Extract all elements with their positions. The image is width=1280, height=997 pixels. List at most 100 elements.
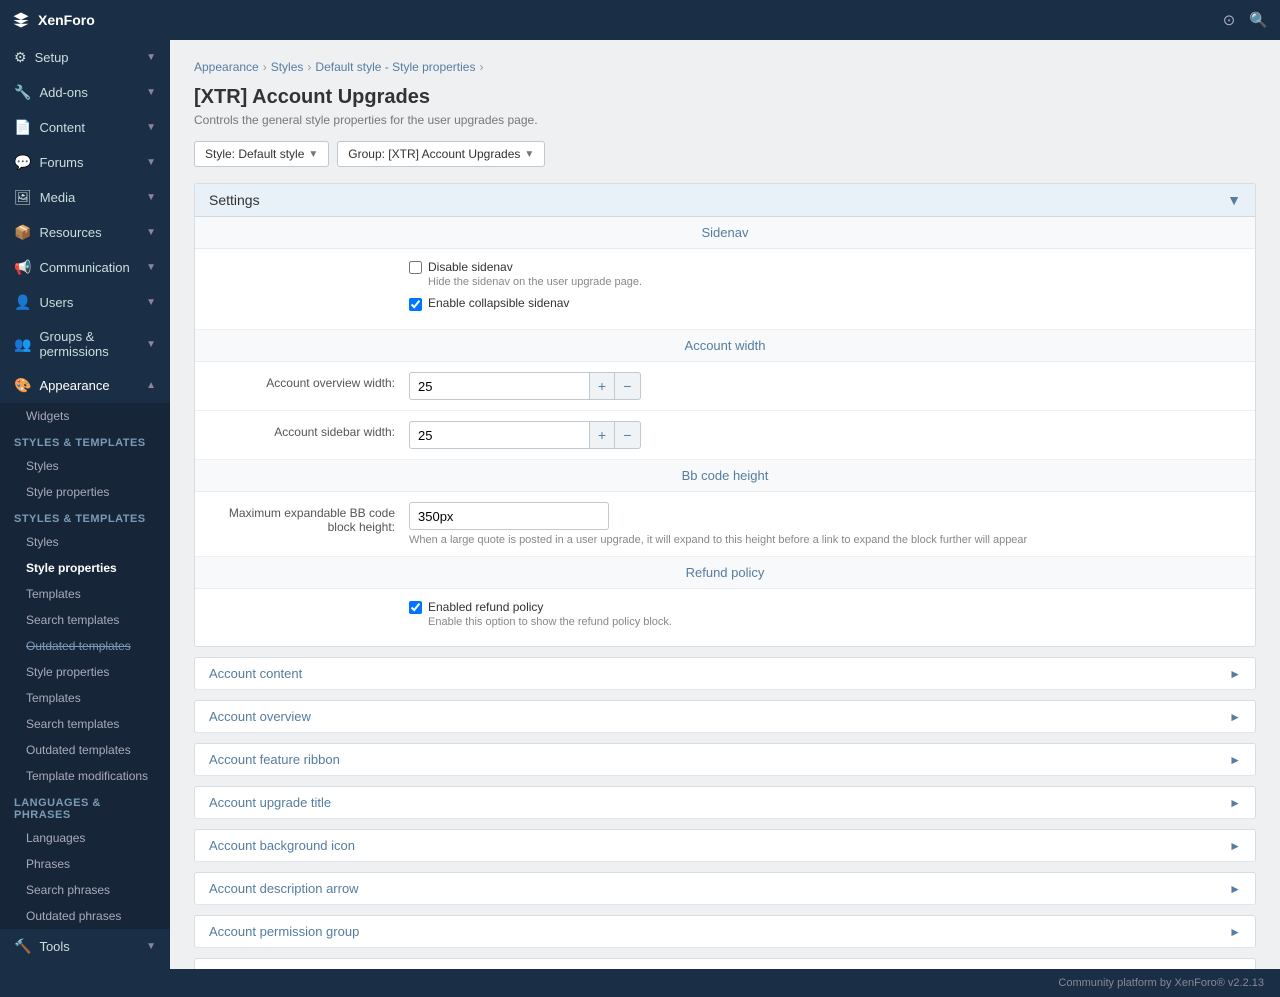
sidebar-width-input[interactable] — [409, 421, 589, 449]
disable-sidenav-checkbox[interactable] — [409, 261, 422, 274]
sidebar-sub-templates1[interactable]: Templates — [0, 581, 170, 607]
addons-arrow: ▼ — [146, 87, 156, 98]
collapsible-arrow-account-background-icon: ► — [1229, 839, 1241, 853]
collapsible-label-account-background-icon: Account background icon — [209, 838, 355, 853]
sidebar-item-tools[interactable]: 🔨Tools ▼ — [0, 929, 170, 964]
settings-card: Settings ▼ Sidenav Disable sidenav Hide … — [194, 183, 1256, 647]
sidebar-width-row: Account sidebar width: + − — [195, 411, 1255, 460]
sidebar-width-minus-btn[interactable]: − — [615, 421, 641, 449]
collapsible-row-account-feature-ribbon[interactable]: Account feature ribbon ► — [194, 743, 1256, 776]
sidebar-item-forums[interactable]: 💬Forums ▼ — [0, 145, 170, 180]
sidebar-sub-phrases[interactable]: Phrases — [0, 851, 170, 877]
sidebar-sub-styleprops2[interactable]: Style properties — [0, 555, 170, 581]
breadcrumb-styles[interactable]: Styles — [271, 60, 304, 74]
enable-collapsible-label[interactable]: Enable collapsible sidenav — [428, 296, 569, 310]
collapsible-row-account-description-arrow[interactable]: Account description arrow ► — [194, 872, 1256, 905]
resources-icon: 📦 — [14, 224, 31, 241]
sidebar-item-addons[interactable]: 🔧Add-ons ▼ — [0, 75, 170, 110]
main-content: Appearance › Styles › Default style - St… — [170, 40, 1280, 969]
style-dropdown-btn[interactable]: Style: Default style ▼ — [194, 141, 329, 167]
collapsible-arrow-account-upgrade-title: ► — [1229, 796, 1241, 810]
enable-collapsible-cb-row: Enable collapsible sidenav — [409, 296, 1241, 311]
settings-collapse-icon[interactable]: ▼ — [1227, 192, 1241, 208]
disable-sidenav-row: Disable sidenav Hide the sidenav on the … — [195, 249, 1255, 330]
sidenav-section-label: Sidenav — [195, 217, 1255, 249]
sidebar-item-groups[interactable]: 👥Groups & permissions ▼ — [0, 320, 170, 368]
appearance-submenu: Widgets Styles & templates Styles Style … — [0, 403, 170, 929]
sidebar-item-communication[interactable]: 📢Communication ▼ — [0, 250, 170, 285]
sidebar-sub-languages[interactable]: Languages — [0, 825, 170, 851]
sidebar-sub-styleprops3[interactable]: Style properties — [0, 659, 170, 685]
overview-width-minus-btn[interactable]: − — [615, 372, 641, 400]
brand: XenForo — [12, 11, 95, 29]
forums-arrow: ▼ — [146, 157, 156, 168]
brand-label: XenForo — [38, 12, 95, 28]
collapsible-label-account-content: Account content — [209, 666, 302, 681]
enabled-refund-label[interactable]: Enabled refund policy — [428, 600, 543, 614]
sidebar-sub-outdatedtemplates2[interactable]: Outdated templates — [0, 737, 170, 763]
settings-card-header: Settings ▼ — [195, 184, 1255, 217]
topbar-icons: ⊙ 🔍 — [1223, 11, 1268, 29]
sidebar-sub-outdatedtemplates1[interactable]: Outdated templates — [0, 633, 170, 659]
sidebar-item-users[interactable]: 👤Users ▼ — [0, 285, 170, 320]
search-icon[interactable]: 🔍 — [1249, 11, 1268, 29]
media-icon: 🖼 — [14, 189, 32, 206]
bb-max-row: Maximum expandable BB code block height:… — [195, 492, 1255, 557]
sidebar-width-plus-btn[interactable]: + — [589, 421, 615, 449]
breadcrumb-appearance[interactable]: Appearance — [194, 60, 259, 74]
sidebar-sub-templates2[interactable]: Templates — [0, 685, 170, 711]
disable-sidenav-content: Disable sidenav Hide the sidenav on the … — [409, 259, 1241, 319]
collapsible-row-account-upgrade-title[interactable]: Account upgrade title ► — [194, 786, 1256, 819]
group-dropdown-btn[interactable]: Group: [XTR] Account Upgrades ▼ — [337, 141, 545, 167]
collapsible-arrow-account-feature-ribbon: ► — [1229, 753, 1241, 767]
sidebar-item-media[interactable]: 🖼Media ▼ — [0, 180, 170, 215]
bb-max-input[interactable] — [409, 502, 609, 530]
enabled-refund-hint: Enable this option to show the refund po… — [428, 616, 672, 628]
sidebar-sub-widgets[interactable]: Widgets — [0, 403, 170, 429]
collapsible-label-account-description-arrow: Account description arrow — [209, 881, 359, 896]
content-arrow: ▼ — [146, 122, 156, 133]
settings-label: Settings — [209, 192, 260, 208]
collapsible-row-account-overview[interactable]: Account overview ► — [194, 700, 1256, 733]
sidebar-sub-styles1[interactable]: Styles — [0, 453, 170, 479]
overview-width-plus-btn[interactable]: + — [589, 372, 615, 400]
forums-icon: 💬 — [14, 154, 31, 171]
collapsible-label-account-permission-group: Account permission group — [209, 924, 359, 939]
collapsible-sections-container: Account content ► Account overview ► Acc… — [194, 657, 1256, 969]
sidebar-item-appearance[interactable]: 🎨Appearance ▲ — [0, 368, 170, 403]
refund-policy-spacer — [209, 599, 409, 603]
collapsible-label-account-upgrade-title: Account upgrade title — [209, 795, 331, 810]
collapsible-row-account-content[interactable]: Account content ► — [194, 657, 1256, 690]
sidebar-sub-searchtemplates1[interactable]: Search templates — [0, 607, 170, 633]
collapsible-label-account-feature-ribbon: Account feature ribbon — [209, 752, 340, 767]
share-icon[interactable]: ⊙ — [1223, 11, 1236, 29]
collapsible-row-account-permission-title[interactable]: Account permission title ► — [194, 958, 1256, 969]
bb-max-label: Maximum expandable BB code block height: — [209, 502, 409, 534]
sidebar-item-content[interactable]: 📄Content ▼ — [0, 110, 170, 145]
sidebar-sub-templatemod[interactable]: Template modifications — [0, 763, 170, 789]
sidebar-sub-styles2[interactable]: Styles — [0, 529, 170, 555]
overview-width-input[interactable] — [409, 372, 589, 400]
setup-arrow: ▼ — [146, 52, 156, 63]
collapsible-row-account-background-icon[interactable]: Account background icon ► — [194, 829, 1256, 862]
tools-arrow: ▼ — [146, 941, 156, 952]
sidebar-item-setup[interactable]: ⚙Setup ▼ — [0, 40, 170, 75]
enable-collapsible-checkbox[interactable] — [409, 298, 422, 311]
enabled-refund-checkbox[interactable] — [409, 601, 422, 614]
disable-sidenav-label[interactable]: Disable sidenav — [428, 260, 513, 274]
overview-width-content: + − — [409, 372, 1241, 400]
disable-sidenav-cb-row: Disable sidenav Hide the sidenav on the … — [409, 259, 1241, 288]
collapsible-arrow-account-description-arrow: ► — [1229, 882, 1241, 896]
sidebar-sub-outdatedphrases[interactable]: Outdated phrases — [0, 903, 170, 929]
collapsible-row-account-permission-group[interactable]: Account permission group ► — [194, 915, 1256, 948]
users-icon: 👤 — [14, 294, 31, 311]
disable-sidenav-hint: Hide the sidenav on the user upgrade pag… — [428, 276, 642, 288]
sidebar-sub-styleprops1[interactable]: Style properties — [0, 479, 170, 505]
sidebar-item-resources[interactable]: 📦Resources ▼ — [0, 215, 170, 250]
group-dropdown-arrow: ▼ — [524, 149, 534, 160]
sidebar-sub-searchphrases[interactable]: Search phrases — [0, 877, 170, 903]
breadcrumb-styleprops[interactable]: Default style - Style properties — [315, 60, 475, 74]
appearance-arrow: ▲ — [146, 380, 156, 391]
refund-section-label: Refund policy — [195, 557, 1255, 589]
sidebar-sub-searchtemplates2[interactable]: Search templates — [0, 711, 170, 737]
